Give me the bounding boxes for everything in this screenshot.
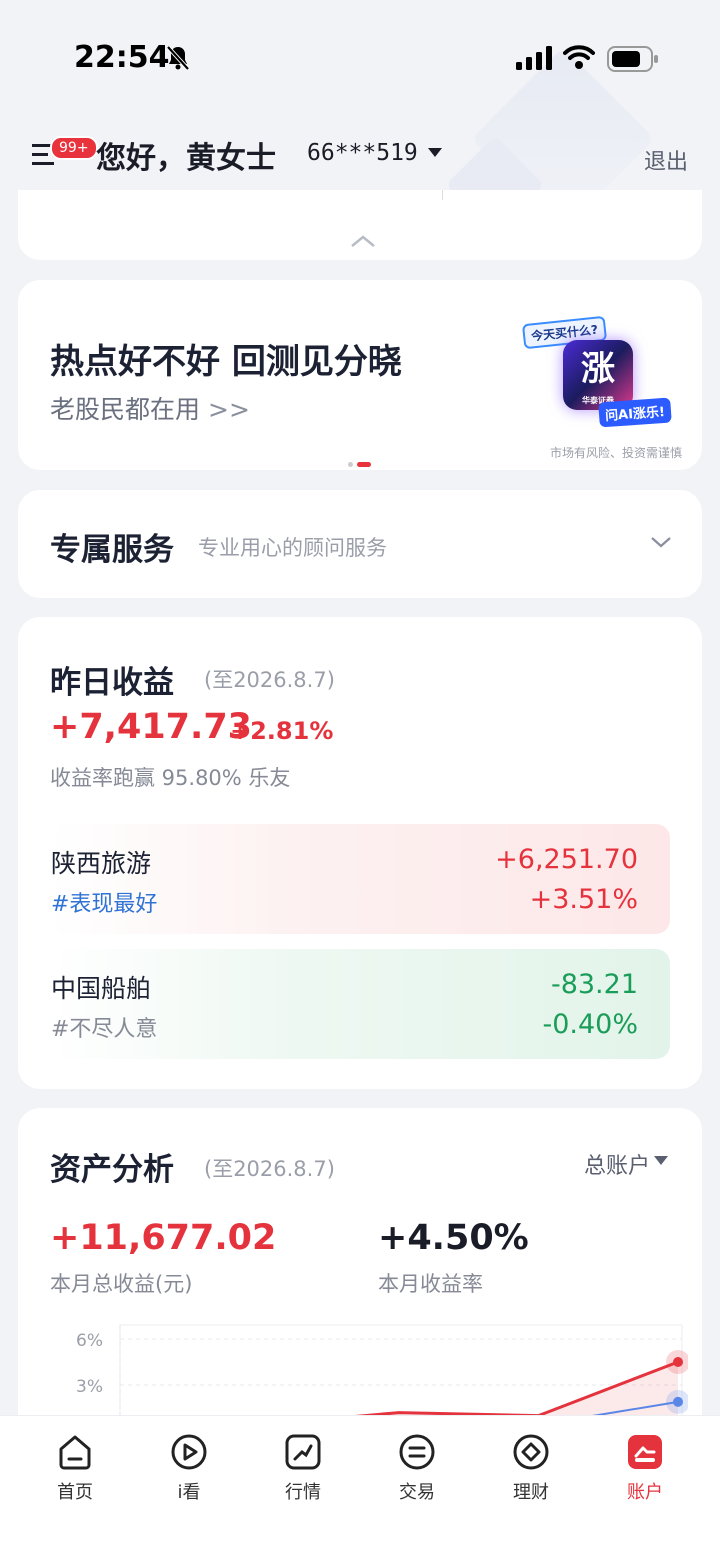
divider <box>442 190 443 200</box>
ai-logo: 涨华泰证券 <box>563 340 633 410</box>
carousel-dot <box>348 462 353 467</box>
exclusive-service-card[interactable]: 专属服务 专业用心的顾问服务 <box>18 490 702 598</box>
chart-point <box>673 1357 683 1367</box>
best-stock-row[interactable]: 陕西旅游 #表现最好 +6,251.70 +3.51% <box>50 824 670 934</box>
chevron-up-icon[interactable] <box>350 234 376 248</box>
play-icon <box>171 1434 207 1470</box>
tab-label: 理财 <box>513 1482 549 1503</box>
collapsed-card <box>18 190 702 260</box>
account-select-caret-icon[interactable] <box>654 1156 668 1165</box>
banner-subtitle-text: 老股民都在用 <box>50 395 201 424</box>
income-amount: +7,417.73 <box>50 707 253 747</box>
wifi-icon <box>563 45 595 69</box>
double-arrow-icon: >> <box>208 395 250 424</box>
asset-title: 资产分析 <box>50 1152 174 1188</box>
tab-trade[interactable]: 交易 <box>362 1432 472 1504</box>
service-title: 专属服务 <box>50 532 174 568</box>
income-date: (至2026.8.7) <box>204 668 335 692</box>
account-select[interactable]: 总账户 <box>584 1148 650 1180</box>
service-subtitle: 专业用心的顾问服务 <box>198 536 387 560</box>
asset-analysis-card: 资产分析 (至2026.8.7) 总账户 +11,677.02 本月总收益(元)… <box>18 1108 702 1438</box>
logout-button[interactable]: 退出 <box>644 144 688 176</box>
month-income-rate-label: 本月收益率 <box>378 1272 483 1296</box>
carousel-dot-active <box>357 462 371 467</box>
stock-rate: +3.51% <box>529 884 638 915</box>
income-beat-text: 收益率跑赢 95.80% 乐友 <box>50 766 291 790</box>
month-total-income: +11,677.02 <box>50 1218 277 1258</box>
stock-rate: -0.40% <box>542 1009 638 1040</box>
banner-title: 热点好不好 回测见分晓 <box>50 342 402 382</box>
signal-icon <box>516 46 552 70</box>
tab-i-look[interactable]: i看 <box>134 1432 244 1504</box>
tab-label: 行情 <box>285 1482 321 1503</box>
chart-y-tick: 3% <box>76 1377 103 1397</box>
stock-value: +6,251.70 <box>495 844 638 875</box>
chevron-down-icon[interactable] <box>650 536 672 548</box>
account-icon <box>628 1435 662 1469</box>
tab-home[interactable]: 首页 <box>20 1432 130 1504</box>
stock-tag[interactable]: #不尽人意 <box>51 1011 157 1043</box>
home-icon <box>59 1435 91 1470</box>
tab-label: 账户 <box>627 1482 663 1503</box>
month-total-income-label: 本月总收益(元) <box>50 1272 193 1296</box>
asset-date: (至2026.8.7) <box>204 1157 335 1181</box>
tab-account[interactable]: 账户 <box>590 1432 700 1504</box>
worst-stock-row[interactable]: 中国船舶 #不尽人意 -83.21 -0.40% <box>50 949 670 1059</box>
bottom-tab-bar: 首页 i看 行情 交易 理财 账户 <box>0 1415 720 1565</box>
tab-label: 交易 <box>399 1482 435 1503</box>
promo-banner[interactable]: 热点好不好 回测见分晓 老股民都在用 >> 今天买什么? 涨华泰证券 问AI涨乐!… <box>18 280 702 470</box>
header: 99+ 您好，黄女士 66***519 退出 <box>0 120 720 190</box>
status-time: 22:54 <box>74 40 170 75</box>
greeting-text: 您好，黄女士 <box>96 141 276 176</box>
yesterday-income-card: 昨日收益 (至2026.8.7) +7,417.73 +2.81% 收益率跑赢 … <box>18 617 702 1089</box>
ai-logo-char: 涨 <box>581 349 615 389</box>
banner-subtitle[interactable]: 老股民都在用 >> <box>50 390 250 426</box>
tab-label: i看 <box>177 1482 201 1503</box>
tab-market[interactable]: 行情 <box>248 1432 358 1504</box>
battery-icon <box>607 46 658 72</box>
art-tag-bottom: 问AI涨乐! <box>598 397 672 428</box>
tab-wealth[interactable]: 理财 <box>476 1432 586 1504</box>
stock-tag[interactable]: #表现最好 <box>51 886 157 918</box>
carousel-dots <box>348 454 375 470</box>
stock-name: 陕西旅游 <box>51 849 152 878</box>
status-bar: 22:54 <box>0 0 720 110</box>
stock-name: 中国船舶 <box>51 974 152 1003</box>
account-caret-icon[interactable] <box>428 148 442 157</box>
tab-label: 首页 <box>57 1482 93 1503</box>
bell-off-icon <box>166 45 190 71</box>
wealth-icon <box>513 1434 549 1470</box>
income-title: 昨日收益 <box>50 665 174 701</box>
income-percent: +2.81% <box>230 717 334 745</box>
stock-value: -83.21 <box>550 969 638 1000</box>
chart-point <box>673 1396 683 1407</box>
month-income-rate: +4.50% <box>378 1218 529 1258</box>
notification-badge[interactable]: 99+ <box>50 136 98 160</box>
chart-y-tick: 6% <box>76 1331 103 1351</box>
ai-promo-art: 今天买什么? 涨华泰证券 问AI涨乐! <box>521 315 672 436</box>
chart-icon <box>285 1434 321 1470</box>
account-number[interactable]: 66***519 <box>307 140 418 166</box>
trade-icon <box>399 1434 435 1470</box>
risk-notice: 市场有风险、投资需谨慎 <box>549 446 682 460</box>
